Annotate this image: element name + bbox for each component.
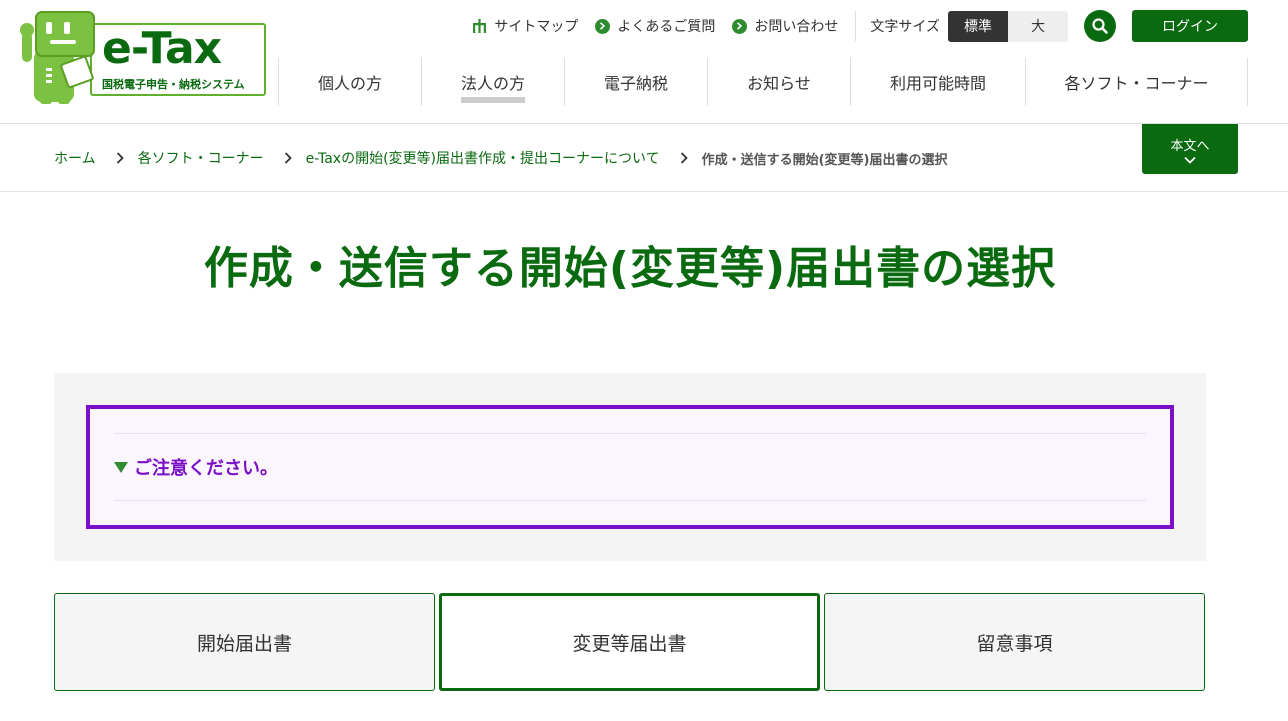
search-icon [1092,18,1108,34]
font-size-label: 文字サイズ [870,19,940,35]
nav-item-software-corner[interactable]: 各ソフト・コーナー [1025,58,1248,106]
tab-label: 留意事項 [976,632,1053,655]
font-size-large-button[interactable]: 大 [1008,10,1068,42]
logo-subtitle: 国税電子申告・納税システム [102,78,245,91]
chevron-down-icon [1184,156,1196,164]
notice-accordion-toggle[interactable]: ご注意ください。 [114,433,1146,501]
sitemap-link[interactable]: サイトマップ [472,16,578,36]
notice-box: ご注意ください。 [86,405,1174,529]
nav-item-label: 電子納税 [603,74,668,93]
breadcrumb: ホーム 各ソフト・コーナー e-Taxの開始(変更等)届出書作成・提出コーナーに… [54,124,947,192]
nav-item-label: お知らせ [747,74,811,93]
utility-bar: サイトマップ よくあるご質問 お問い合わせ 文字サイズ 標準 大 ログイン [472,10,1248,42]
nav-item-e-payment[interactable]: 電子納税 [564,58,707,106]
nav-item-individual[interactable]: 個人の方 [278,58,421,106]
contact-link[interactable]: お問い合わせ [732,16,838,36]
triangle-down-icon [114,461,128,473]
etax-logo[interactable]: e-Tax 国税電子申告・納税システム [20,10,266,106]
notice-section: ご注意ください。 [54,373,1206,561]
current-indicator [461,97,525,103]
nav-item-corporate[interactable]: 法人の方 [421,58,564,106]
nav-item-available-hours[interactable]: 利用可能時間 [850,58,1025,106]
chevron-right-icon [284,152,292,164]
global-nav: 個人の方 法人の方 電子納税 お知らせ 利用可能時間 各ソフト・コーナー [278,58,1248,106]
tab-change-notification[interactable]: 変更等届出書 [439,593,820,691]
mascot-icon [20,11,95,104]
search-button[interactable] [1084,10,1116,42]
nav-item-label: 各ソフト・コーナー [1064,74,1209,93]
breadcrumb-corner-about[interactable]: e-Taxの開始(変更等)届出書作成・提出コーナーについて [306,148,660,168]
sitemap-label: サイトマップ [494,19,579,35]
skip-to-content-button[interactable]: 本文へ [1142,124,1238,174]
font-size-switcher: 標準 大 [948,10,1068,42]
breadcrumb-software-corner[interactable]: 各ソフト・コーナー [138,148,264,168]
chevron-right-circle-icon [732,18,748,34]
nav-item-label: 法人の方 [460,74,525,93]
breadcrumb-home[interactable]: ホーム [54,148,96,168]
breadcrumb-current: 作成・送信する開始(変更等)届出書の選択 [701,152,948,168]
logo-brand-text: e-Tax [102,23,222,74]
nav-item-label: 利用可能時間 [889,74,986,93]
breadcrumb-bar: ホーム 各ソフト・コーナー e-Taxの開始(変更等)届出書作成・提出コーナーに… [0,124,1288,192]
sitemap-icon [472,19,487,33]
chevron-right-icon [116,152,124,164]
tab-notes[interactable]: 留意事項 [824,593,1205,691]
form-type-tabs: 開始届出書 変更等届出書 留意事項 [54,593,1205,691]
contact-label: お問い合わせ [754,19,839,35]
site-header: e-Tax 国税電子申告・納税システム サイトマップ よくあるご質問 お問い合わ… [0,0,1288,124]
notice-title: ご注意ください。 [134,458,278,479]
tab-label: 開始届出書 [196,632,292,655]
faq-label: よくあるご質問 [617,19,716,35]
faq-link[interactable]: よくあるご質問 [595,16,715,36]
login-button[interactable]: ログイン [1132,10,1248,42]
nav-item-label: 個人の方 [317,74,382,93]
divider [855,11,857,41]
tab-start-notification[interactable]: 開始届出書 [54,593,435,691]
chevron-right-circle-icon [595,18,611,34]
chevron-right-icon [680,152,688,164]
skip-label: 本文へ [1170,138,1210,154]
font-size-standard-button[interactable]: 標準 [948,10,1008,42]
nav-item-news[interactable]: お知らせ [707,58,850,106]
page-title: 作成・送信する開始(変更等)届出書の選択 [203,243,1057,294]
tab-label: 変更等届出書 [572,632,687,655]
